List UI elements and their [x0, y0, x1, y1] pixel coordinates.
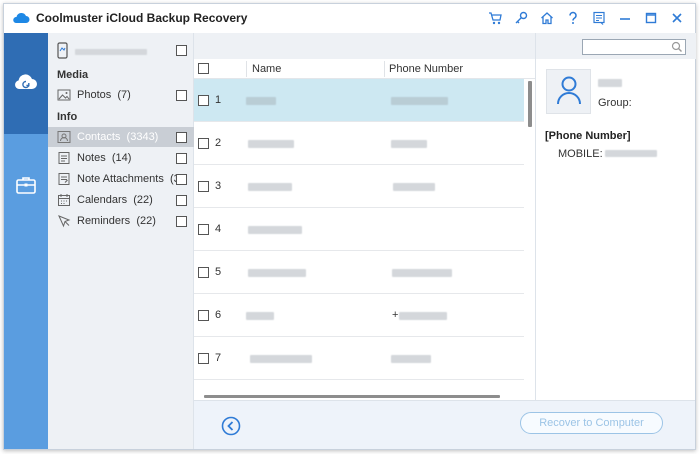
row-checkbox[interactable]: [198, 95, 209, 106]
person-icon: [555, 75, 583, 108]
photo-icon: [57, 88, 71, 102]
sidebar-item-contacts[interactable]: Contacts (3343): [48, 127, 194, 147]
mobile-number-redacted: [605, 150, 657, 157]
list-horizontal-scrollbar[interactable]: [204, 395, 504, 399]
mobile-label: MOBILE:: [558, 148, 603, 160]
table-row[interactable]: 7: [194, 337, 524, 380]
row-checkbox[interactable]: [198, 310, 209, 321]
row-checkbox[interactable]: [198, 267, 209, 278]
app-title: Coolmuster iCloud Backup Recovery: [36, 11, 248, 25]
sidebar-item-reminders[interactable]: Reminders (22): [48, 211, 194, 231]
back-button[interactable]: [221, 416, 241, 436]
contact-list: Name Phone Number 1 2 3 4 5 6 + 7: [194, 33, 535, 400]
search-input[interactable]: [582, 39, 686, 55]
name-redacted: [248, 269, 306, 277]
module-rail: [4, 33, 48, 449]
sidebar-item-note-attachments[interactable]: Note Attachments (3): [48, 169, 194, 189]
table-row[interactable]: 2: [194, 122, 524, 165]
recover-to-computer-button[interactable]: Recover to Computer: [520, 412, 663, 434]
app-window: Coolmuster iCloud Backup Recovery Media …: [3, 3, 696, 450]
calendar-icon: [57, 193, 71, 207]
name-redacted: [250, 355, 312, 363]
contacts-checkbox[interactable]: [176, 132, 187, 143]
name-redacted: [248, 226, 302, 234]
reminder-icon: [57, 214, 71, 228]
home-icon[interactable]: [539, 10, 555, 26]
icloud-module-button[interactable]: [4, 33, 48, 134]
name-redacted: [248, 140, 294, 148]
column-phone-header[interactable]: Phone Number: [389, 63, 463, 75]
title-bar: Coolmuster iCloud Backup Recovery: [4, 4, 695, 33]
contact-icon: [57, 130, 71, 144]
table-row[interactable]: 4: [194, 208, 524, 251]
photos-checkbox[interactable]: [176, 90, 187, 101]
phone-device-icon: [57, 42, 68, 62]
list-vertical-scrollbar[interactable]: [525, 79, 535, 399]
name-redacted: [248, 183, 292, 191]
cloud-sync-icon: [13, 72, 39, 95]
avatar: [546, 69, 591, 114]
note-attachments-checkbox[interactable]: [176, 174, 187, 185]
table-row[interactable]: 5: [194, 251, 524, 294]
search-icon[interactable]: [671, 41, 683, 56]
phone-section-title: [Phone Number]: [545, 130, 631, 142]
feedback-icon[interactable]: [591, 10, 607, 26]
name-redacted: [246, 97, 276, 105]
phone-redacted: [393, 183, 435, 191]
minimize-icon[interactable]: [617, 10, 633, 26]
attachment-icon: [57, 172, 71, 186]
close-icon[interactable]: [669, 10, 685, 26]
category-sidebar: Media Photos (7) Info Contacts (3343) No…: [48, 33, 194, 449]
phone-redacted: [391, 140, 427, 148]
table-row[interactable]: 1: [194, 79, 524, 122]
select-all-checkbox[interactable]: [198, 63, 209, 74]
sidebar-item-calendars[interactable]: Calendars (22): [48, 190, 194, 210]
phone-redacted: [399, 312, 447, 320]
table-row[interactable]: 3: [194, 165, 524, 208]
name-redacted: [246, 312, 274, 320]
row-checkbox[interactable]: [198, 224, 209, 235]
device-row[interactable]: [48, 39, 194, 63]
contact-name-redacted: [598, 79, 622, 87]
bottom-bar: Recover to Computer: [194, 400, 695, 449]
toolbox-icon: [15, 175, 37, 198]
device-name-redacted: [75, 49, 147, 55]
cloud-logo-icon: [12, 11, 30, 28]
device-checkbox[interactable]: [176, 45, 187, 56]
table-row[interactable]: 6 +: [194, 294, 524, 337]
column-name-header[interactable]: Name: [252, 63, 281, 75]
calendars-checkbox[interactable]: [176, 195, 187, 206]
group-label: Group:: [598, 97, 632, 109]
key-icon[interactable]: [513, 10, 529, 26]
row-checkbox[interactable]: [198, 138, 209, 149]
section-media-label: Media: [57, 69, 89, 81]
notes-checkbox[interactable]: [176, 153, 187, 164]
cart-icon[interactable]: [487, 10, 503, 26]
phone-redacted: [392, 269, 452, 277]
contact-detail-panel: Group: [Phone Number] MOBILE:: [535, 33, 696, 400]
section-info-label: Info: [57, 111, 78, 123]
sidebar-item-notes[interactable]: Notes (14): [48, 148, 194, 168]
toolkit-module-button[interactable]: [4, 169, 48, 203]
phone-redacted: [391, 97, 448, 105]
row-checkbox[interactable]: [198, 181, 209, 192]
phone-redacted: [391, 355, 431, 363]
maximize-icon[interactable]: [643, 10, 659, 26]
list-header: Name Phone Number: [194, 59, 535, 79]
sidebar-item-photos[interactable]: Photos (7): [48, 85, 194, 105]
reminders-checkbox[interactable]: [176, 216, 187, 227]
note-icon: [57, 151, 71, 165]
help-icon[interactable]: [565, 10, 581, 26]
row-checkbox[interactable]: [198, 353, 209, 364]
